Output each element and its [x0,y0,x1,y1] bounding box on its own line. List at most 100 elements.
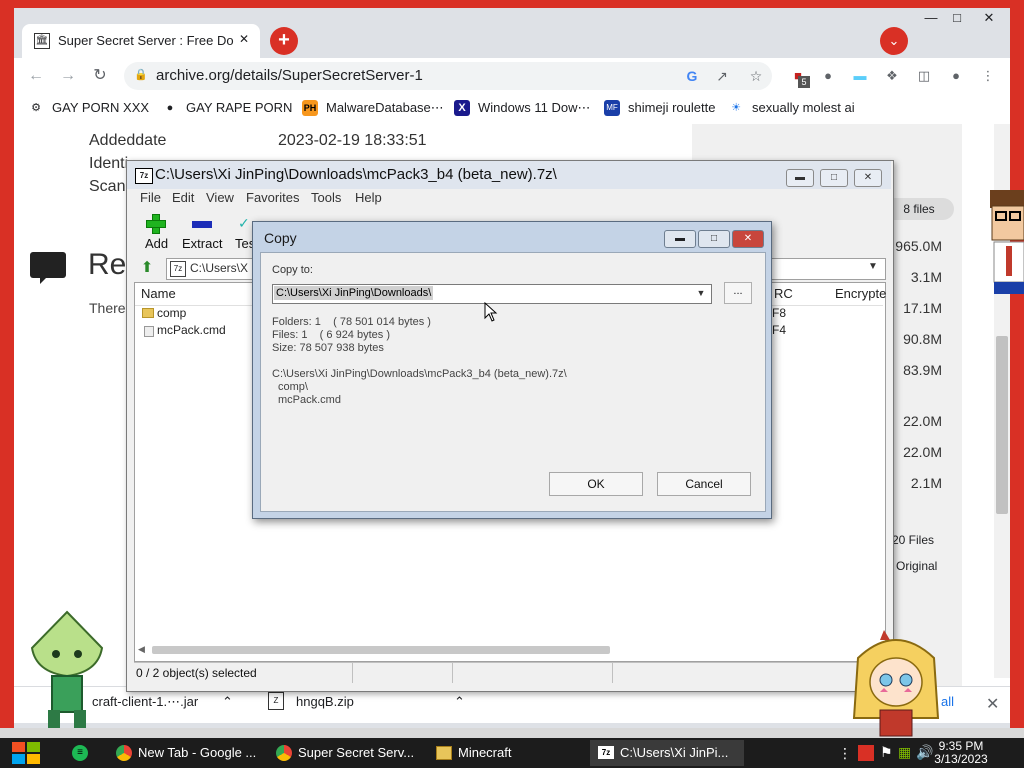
chevron-down-icon[interactable]: ▼ [694,286,708,300]
maximize-icon[interactable]: □ [944,8,970,28]
source-item: comp\ [278,381,308,393]
cancel-button[interactable]: Cancel [657,472,751,496]
extract-button[interactable]: Extract [182,236,222,252]
profile-icon[interactable]: ● [946,66,966,86]
browse-button[interactable]: ... [724,282,752,304]
folders-info: Folders: 1 ( 78 501 014 bytes ) [272,316,431,328]
tab-title: Super Secret Server : Free Do [58,33,234,48]
page-scrollbar-thumb[interactable] [996,336,1008,514]
column-crc[interactable]: RC [774,286,793,302]
bookmark-item[interactable]: GAY RAPE PORN [186,100,292,118]
minimize-icon[interactable]: ▬ [786,169,814,187]
puzzle-icon[interactable]: ❖ [882,66,902,86]
menu-view[interactable]: View [206,190,234,206]
archive-small-icon: 7z [170,261,186,277]
copy-to-label: Copy to: [272,264,313,276]
meta-key: Scan [89,178,126,195]
spotify-icon[interactable]: ≡ [72,745,88,761]
share-icon[interactable]: ↗ [712,66,732,86]
files-count: 8 files [903,202,935,216]
profile-extension-icon[interactable]: ● [818,66,838,86]
reviews-icon [30,252,66,278]
bookmark-star-icon[interactable]: ☆ [746,66,766,86]
globe-icon: ⚙ [31,102,41,114]
add-icon[interactable] [146,214,166,234]
clock-date: 3/13/2023 [934,752,988,766]
source-path: C:\Users\Xi JinPing\Downloads\mcPack3_b4… [272,368,567,380]
sevenzip-hscrollbar[interactable] [152,646,610,654]
bookmark-item[interactable]: Windows 11 Dow⋯ [478,100,590,118]
mf-icon: MF [604,100,620,116]
windows-start-icon[interactable] [10,740,42,766]
menu-edit[interactable]: Edit [172,190,194,206]
menu-tools[interactable]: Tools [311,190,341,206]
status-text: 0 / 2 object(s) selected [136,666,257,680]
reviews-icon-tail [40,276,48,284]
total-files-link[interactable]: 20 Files [892,533,934,547]
bookmark-item[interactable]: MalwareDatabase⋯ [326,100,444,118]
taskbar-item-label: C:\Users\Xi JinPi... [620,745,729,760]
reload-icon[interactable]: ↻ [88,64,112,88]
status-divider [452,663,453,683]
column-encrypted[interactable]: Encrypte [835,286,886,302]
close-icon[interactable]: ✕ [854,169,882,187]
lock-icon[interactable]: 🔒 [134,67,148,83]
google-lens-icon[interactable]: G [682,66,702,86]
taskbar-item[interactable]: Super Secret Serv... [268,740,428,766]
menu-icon[interactable]: ⋮ [978,66,998,86]
url-text[interactable]: archive.org/details/SuperSecretServer-1 [156,67,516,85]
blonde-character-sticker [852,630,940,737]
menu-favorites[interactable]: Favorites [246,190,299,206]
notification-app-icon[interactable] [858,745,874,761]
bookmark-item[interactable]: shimeji roulette [628,100,715,118]
folder-icon [436,746,452,760]
files-count-pill[interactable]: 8 files [884,198,954,220]
close-icon[interactable]: ✕ [976,8,1002,28]
reviews-text: There [89,300,126,316]
close-icon[interactable]: ✕ [732,230,764,248]
list-item[interactable]: comp [157,306,186,322]
flag-extension-icon[interactable]: ▬ [850,66,870,86]
clock[interactable]: 9:35 PM 3/13/2023 [930,740,992,766]
original-link[interactable]: Original [896,559,937,573]
ph-icon: PH [302,100,318,116]
bookmark-item[interactable]: sexually molest ai [752,100,855,118]
menu-help[interactable]: Help [355,190,382,206]
minimize-icon[interactable]: — [918,8,944,28]
zip-file-icon: Z [268,692,284,710]
dialog-title: Copy [264,230,297,246]
download-item[interactable]: craft-client-1.⋯.jar [92,694,198,712]
download-item[interactable]: hngqB.zip [296,694,354,712]
forward-icon[interactable]: → [56,64,80,88]
bookmark-item[interactable]: GAY PORN XXX [52,100,149,118]
destination-value[interactable]: C:\Users\Xi JinPing\Downloads\ [274,286,434,300]
meta-value: 2023-02-19 18:33:51 [278,132,427,149]
overflow-icon[interactable]: ⋮ [838,745,852,762]
taskbar-item[interactable]: Minecraft [428,740,588,766]
taskbar-item-label: New Tab - Google ... [138,745,257,760]
list-item[interactable]: mcPack.cmd [157,323,226,339]
column-name[interactable]: Name [141,286,176,302]
maximize-icon[interactable]: □ [698,230,730,248]
add-button[interactable]: Add [145,236,168,252]
ok-button[interactable]: OK [549,472,643,496]
extract-icon[interactable] [192,221,212,228]
maximize-icon[interactable]: □ [820,169,848,187]
flag-icon[interactable]: ⚑ [880,744,893,761]
chevron-down-icon[interactable]: ▼ [868,261,878,272]
globe-icon: ● [166,102,174,114]
minimize-icon[interactable]: ▬ [664,230,696,248]
up-folder-icon[interactable]: ⬆ [138,259,156,277]
new-tab-button[interactable]: + [270,27,298,55]
sidepanel-icon[interactable]: ◫ [914,66,934,86]
scroll-left-icon[interactable]: ◀ [138,644,145,655]
chevron-up-icon[interactable]: ⌃ [222,694,233,712]
tab-search-button[interactable]: ⌄ [880,27,908,55]
sevenzip-icon: 7z [135,168,153,184]
network-icon[interactable]: ▦ [898,744,911,761]
tab-close-icon[interactable]: ✕ [236,32,252,48]
close-downloads-icon[interactable]: ✕ [986,694,999,713]
back-icon[interactable]: ← [24,64,48,88]
menu-file[interactable]: File [140,190,161,206]
chevron-up-icon[interactable]: ⌃ [454,694,465,712]
